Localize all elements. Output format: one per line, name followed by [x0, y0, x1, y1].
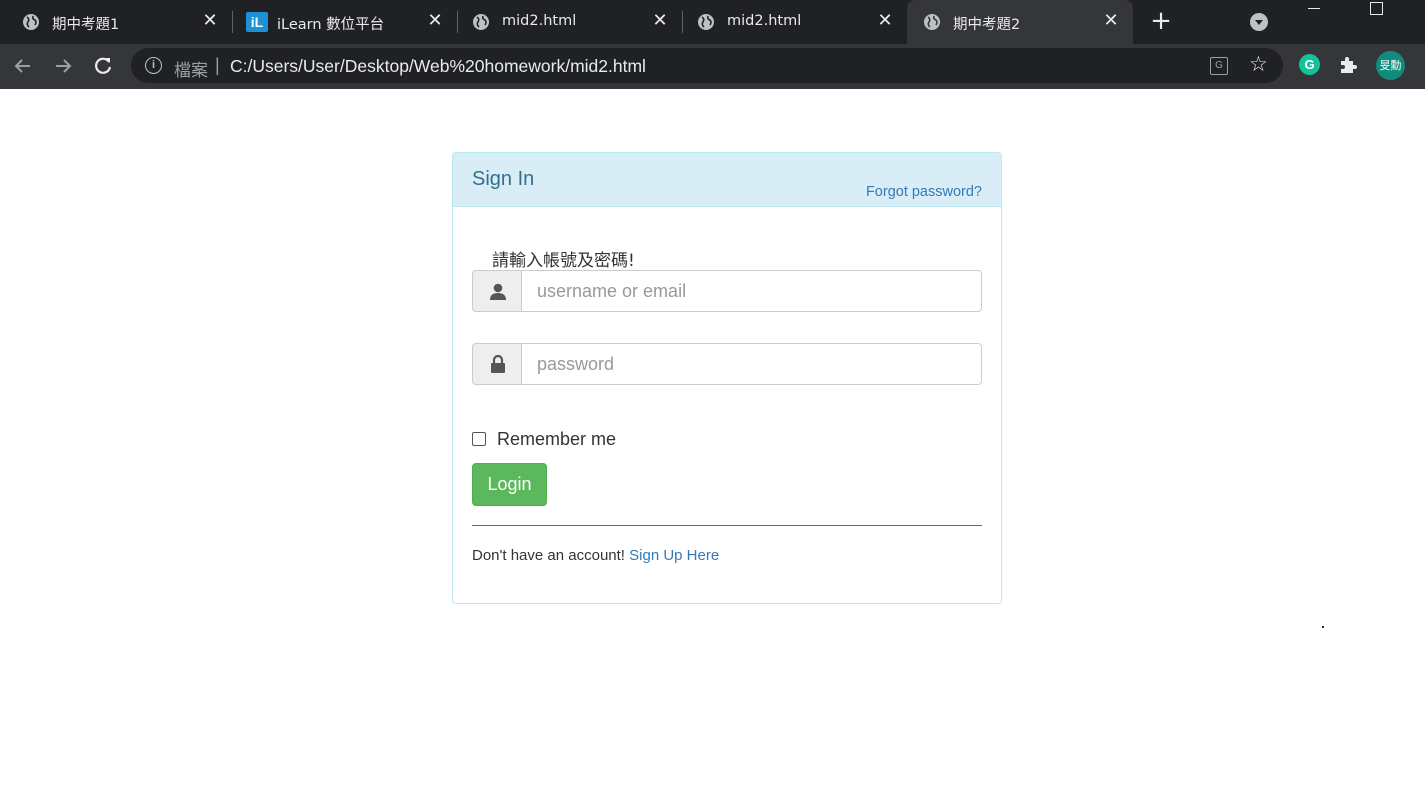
tab-search-icon[interactable]	[1250, 13, 1268, 31]
close-tab-icon[interactable]: ✕	[425, 11, 445, 31]
globe-icon	[473, 14, 489, 30]
tab-3[interactable]: mid2.html ✕	[458, 0, 682, 44]
tab-title: 期中考題2	[953, 17, 1021, 33]
tab-title: mid2.html	[502, 13, 577, 29]
close-tab-icon[interactable]: ✕	[875, 11, 895, 31]
ilearn-icon: iL	[246, 12, 268, 32]
username-input-group	[472, 270, 982, 312]
signup-row: Don't have an account! Sign Up Here	[472, 547, 719, 564]
maximize-button[interactable]	[1353, 0, 1399, 30]
sign-in-panel: Sign In Forgot password? 請輸入帳號及密碼! Remem…	[452, 152, 1002, 604]
extensions-puzzle-icon[interactable]	[1337, 53, 1361, 77]
password-input-group	[472, 343, 982, 385]
scheme-label: 檔案	[174, 61, 208, 81]
tab-4[interactable]: mid2.html ✕	[683, 0, 907, 44]
panel-heading: Sign In Forgot password?	[453, 153, 1001, 207]
close-tab-icon[interactable]: ✕	[1101, 11, 1121, 31]
divider	[472, 525, 982, 526]
tab-5-active[interactable]: 期中考題2 ✕	[907, 0, 1133, 44]
globe-icon	[924, 14, 940, 30]
tab-title: iLearn 數位平台	[277, 17, 385, 33]
url-text[interactable]: C:/Users/User/Desktop/Web%20homework/mid…	[230, 56, 646, 77]
profile-avatar[interactable]: 旻勳	[1376, 51, 1405, 80]
new-tab-button[interactable]: +	[1148, 8, 1174, 35]
username-input[interactable]	[521, 270, 982, 312]
remember-me-label[interactable]: Remember me	[497, 429, 616, 450]
browser-toolbar: i 檔案 | C:/Users/User/Desktop/Web%20homew…	[0, 44, 1425, 89]
scheme-separator: |	[215, 55, 220, 75]
login-prompt: 請輸入帳號及密碼!	[492, 251, 635, 271]
forgot-password-link[interactable]: Forgot password?	[866, 184, 982, 200]
globe-icon	[698, 14, 714, 30]
sign-up-link[interactable]: Sign Up Here	[629, 547, 719, 564]
info-icon[interactable]: i	[145, 57, 162, 74]
close-tab-icon[interactable]: ✕	[650, 11, 670, 31]
close-tab-icon[interactable]: ✕	[200, 11, 220, 31]
login-button[interactable]: Login	[472, 463, 547, 506]
username-addon	[472, 270, 522, 312]
back-arrow-icon[interactable]	[9, 52, 37, 80]
panel-title: Sign In	[472, 168, 535, 190]
user-icon	[490, 283, 506, 300]
password-addon	[472, 343, 522, 385]
no-account-text: Don't have an account!	[472, 547, 625, 564]
address-bar[interactable]: i 檔案 | C:/Users/User/Desktop/Web%20homew…	[131, 48, 1283, 83]
forward-arrow-icon[interactable]	[49, 52, 77, 80]
password-input[interactable]	[521, 343, 982, 385]
tab-title: 期中考題1	[52, 17, 120, 33]
globe-icon	[23, 14, 39, 30]
stray-dot	[1322, 626, 1324, 628]
bookmark-star-icon[interactable]: ☆	[1249, 52, 1268, 76]
grammarly-extension-icon[interactable]: G	[1299, 54, 1320, 75]
lock-icon	[491, 354, 505, 373]
minimize-button[interactable]	[1292, 0, 1338, 30]
remember-me-checkbox[interactable]	[472, 432, 486, 446]
reload-icon[interactable]	[89, 52, 117, 80]
tab-title: mid2.html	[727, 13, 802, 29]
remember-me-row: Remember me	[472, 429, 616, 449]
translate-icon[interactable]: G	[1210, 57, 1228, 75]
tab-1[interactable]: 期中考題1 ✕	[0, 0, 232, 44]
tab-strip: 期中考題1 ✕ iLearn 數位平台 ✕ iL mid2.html ✕ mid…	[0, 0, 1425, 44]
